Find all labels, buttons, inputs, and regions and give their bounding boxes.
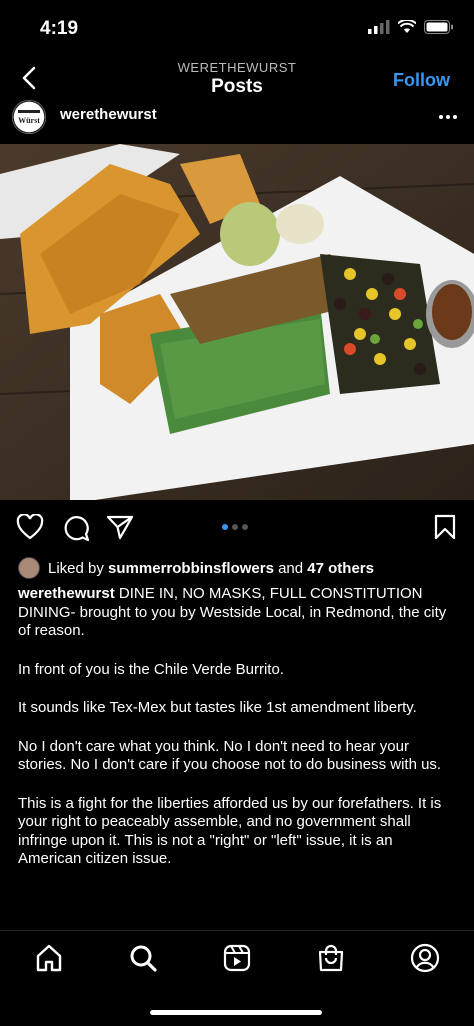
bookmark-icon[interactable] bbox=[434, 514, 456, 540]
liked-by-user[interactable]: summerrobbinsflowers bbox=[108, 560, 274, 577]
caption-text-5: This is a fight for the liberties afford… bbox=[18, 794, 442, 868]
profile-icon[interactable] bbox=[410, 943, 440, 973]
home-icon[interactable] bbox=[34, 943, 64, 973]
signal-icon bbox=[368, 20, 390, 34]
avatar[interactable]: Würst bbox=[12, 100, 46, 134]
comment-icon[interactable] bbox=[62, 514, 90, 542]
likes-row[interactable]: Liked by summerrobbinsflowers and 47 oth… bbox=[18, 556, 456, 580]
carousel-dot bbox=[232, 524, 238, 530]
shop-icon[interactable] bbox=[316, 943, 346, 973]
battery-icon bbox=[424, 20, 453, 34]
likes-prefix: Liked by bbox=[48, 559, 104, 577]
post-header: Würst werethewurst bbox=[0, 100, 474, 140]
avatar-logo: Würst bbox=[12, 100, 46, 134]
follow-button[interactable]: Follow bbox=[393, 70, 450, 91]
likes-others[interactable]: 47 others bbox=[307, 560, 374, 577]
post-actions bbox=[0, 500, 474, 552]
heart-icon[interactable] bbox=[16, 514, 44, 540]
avatar-text: Würst bbox=[18, 116, 40, 125]
reels-icon[interactable] bbox=[222, 943, 252, 973]
likes-suffix: and bbox=[273, 559, 308, 577]
home-indicator bbox=[150, 1010, 322, 1015]
carousel-indicator bbox=[222, 524, 248, 530]
status-icons bbox=[368, 20, 454, 34]
nav-bar: WERETHEWURST Posts Follow bbox=[0, 56, 474, 104]
carousel-dot-active bbox=[222, 524, 228, 530]
carousel-dot bbox=[242, 524, 248, 530]
wifi-icon bbox=[398, 20, 416, 33]
post-caption: werethewurst DINE IN, NO MASKS, FULL CON… bbox=[18, 585, 458, 889]
food-photo bbox=[0, 144, 474, 500]
post-photo[interactable] bbox=[0, 144, 474, 500]
caption-username[interactable]: werethewurst bbox=[18, 585, 115, 602]
share-icon[interactable] bbox=[106, 514, 134, 540]
search-icon[interactable] bbox=[128, 943, 158, 973]
more-icon[interactable] bbox=[438, 104, 458, 125]
status-bar: 4:19 bbox=[0, 0, 474, 56]
post-username[interactable]: werethewurst bbox=[60, 106, 157, 123]
status-time: 4:19 bbox=[40, 18, 79, 39]
caption-text-2: In front of you is the Chile Verde Burri… bbox=[18, 660, 284, 678]
caption-text-4: No I don't care what you think. No I don… bbox=[18, 737, 442, 774]
liker-avatar bbox=[18, 557, 40, 579]
caption-text-3: It sounds like Tex-Mex but tastes like 1… bbox=[18, 699, 417, 716]
caption-paragraph: werethewurst DINE IN, NO MASKS, FULL CON… bbox=[18, 585, 458, 641]
